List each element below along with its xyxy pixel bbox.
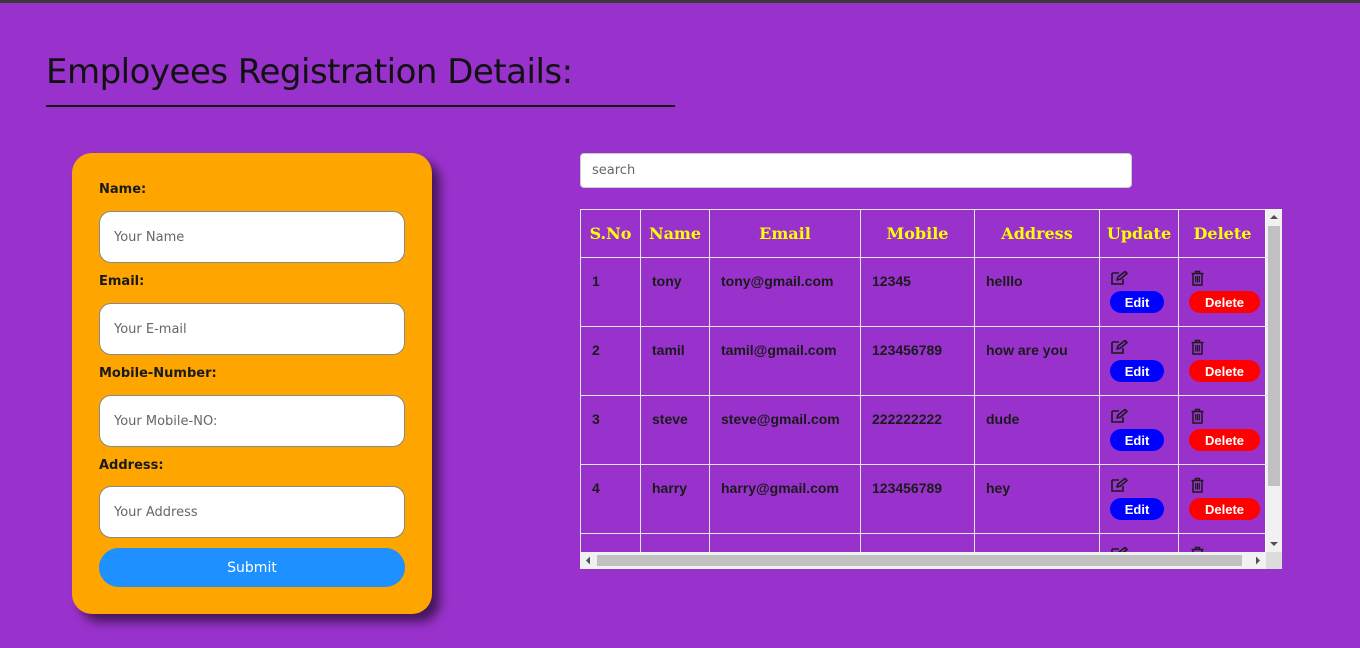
cell-name <box>640 533 710 552</box>
cell-address <box>974 533 1100 552</box>
cell-mobile: 222222222 <box>860 395 975 465</box>
header-mobile: Mobile <box>860 209 975 258</box>
vertical-scrollbar[interactable] <box>1266 209 1282 552</box>
edit-icon[interactable] <box>1110 270 1128 286</box>
cell-sno: 4 <box>580 464 641 534</box>
cell-update: Edit <box>1099 464 1179 534</box>
edit-icon[interactable] <box>1110 339 1128 355</box>
cell-sno: 2 <box>580 326 641 396</box>
cell-name: tony <box>640 257 710 327</box>
cell-sno: 3 <box>580 395 641 465</box>
scrollbar-corner <box>1266 552 1282 569</box>
cell-delete: Delete <box>1178 533 1265 552</box>
scroll-up-icon[interactable] <box>1266 209 1282 225</box>
trash-icon[interactable] <box>1189 477 1207 493</box>
table-viewport[interactable]: S.No Name Email Mobile Address Update De… <box>580 209 1265 552</box>
header-email: Email <box>709 209 861 258</box>
registration-form: Name: Email: Mobile-Number: Address: Sub… <box>72 153 432 614</box>
name-label: Name: <box>99 182 147 197</box>
cell-sno <box>580 533 641 552</box>
title-underline <box>46 105 675 107</box>
cell-update: Edit <box>1099 533 1179 552</box>
cell-address: helllo <box>974 257 1100 327</box>
delete-button[interactable]: Delete <box>1189 429 1260 451</box>
cell-name: tamil <box>640 326 710 396</box>
cell-delete: Delete <box>1178 326 1265 396</box>
cell-address: dude <box>974 395 1100 465</box>
table-row: 3 steve steve@gmail.com 222222222 dude Edit De… <box>580 395 1265 465</box>
table-row: 4 harry harry@gmail.com 123456789 hey Edit Del… <box>580 464 1265 534</box>
email-input[interactable] <box>99 303 405 355</box>
header-update: Update <box>1099 209 1179 258</box>
delete-button[interactable]: Delete <box>1189 291 1260 313</box>
scroll-left-icon[interactable] <box>580 552 596 569</box>
cell-update: Edit <box>1099 326 1179 396</box>
delete-button[interactable]: Delete <box>1189 360 1260 382</box>
cell-email: tony@gmail.com <box>709 257 861 327</box>
cell-sno: 1 <box>580 257 641 327</box>
cell-email: steve@gmail.com <box>709 395 861 465</box>
employee-table: S.No Name Email Mobile Address Update De… <box>580 209 1265 552</box>
horizontal-scroll-thumb[interactable] <box>597 555 1242 566</box>
table-header-row: S.No Name Email Mobile Address Update De… <box>580 209 1265 258</box>
cell-mobile: 123456789 <box>860 326 975 396</box>
edit-button[interactable]: Edit <box>1110 498 1164 520</box>
trash-icon[interactable] <box>1189 408 1207 424</box>
address-input[interactable] <box>99 486 405 538</box>
scroll-down-icon[interactable] <box>1266 536 1282 552</box>
edit-icon[interactable] <box>1110 477 1128 493</box>
cell-address: how are you <box>974 326 1100 396</box>
trash-icon[interactable] <box>1189 270 1207 286</box>
table-row: 1 tony tony@gmail.com 12345 helllo Edit Delete <box>580 257 1265 327</box>
cell-delete: Delete <box>1178 464 1265 534</box>
edit-button[interactable]: Edit <box>1110 429 1164 451</box>
employee-table-container: S.No Name Email Mobile Address Update De… <box>580 209 1282 569</box>
trash-icon[interactable] <box>1189 339 1207 355</box>
cell-mobile: 12345 <box>860 257 975 327</box>
header-sno: S.No <box>580 209 641 258</box>
cell-delete: Delete <box>1178 257 1265 327</box>
vertical-scroll-thumb[interactable] <box>1268 226 1280 486</box>
submit-button[interactable]: Submit <box>99 548 405 587</box>
horizontal-scrollbar[interactable] <box>580 552 1266 569</box>
name-input[interactable] <box>99 211 405 263</box>
edit-button[interactable]: Edit <box>1110 291 1164 313</box>
scroll-right-icon[interactable] <box>1250 552 1266 569</box>
cell-mobile: 123456789 <box>860 464 975 534</box>
cell-mobile <box>860 533 975 552</box>
cell-address: hey <box>974 464 1100 534</box>
mobile-input[interactable] <box>99 395 405 447</box>
search-input[interactable] <box>580 153 1132 188</box>
header-delete: Delete <box>1178 209 1265 258</box>
table-row: EditDelete <box>580 533 1265 552</box>
cell-delete: Delete <box>1178 395 1265 465</box>
header-address: Address <box>974 209 1100 258</box>
header-name: Name <box>640 209 710 258</box>
cell-email: harry@gmail.com <box>709 464 861 534</box>
table-row: 2 tamil tamil@gmail.com 123456789 how are yo… <box>580 326 1265 396</box>
delete-button[interactable]: Delete <box>1189 498 1260 520</box>
cell-update: Edit <box>1099 395 1179 465</box>
page-title: Employees Registration Details: <box>46 52 573 92</box>
cell-update: Edit <box>1099 257 1179 327</box>
cell-email: tamil@gmail.com <box>709 326 861 396</box>
cell-email <box>709 533 861 552</box>
edit-icon[interactable] <box>1110 408 1128 424</box>
cell-name: harry <box>640 464 710 534</box>
mobile-label: Mobile-Number: <box>99 366 217 381</box>
top-border <box>0 0 1360 3</box>
edit-button[interactable]: Edit <box>1110 360 1164 382</box>
address-label: Address: <box>99 458 164 473</box>
cell-name: steve <box>640 395 710 465</box>
email-label: Email: <box>99 274 145 289</box>
